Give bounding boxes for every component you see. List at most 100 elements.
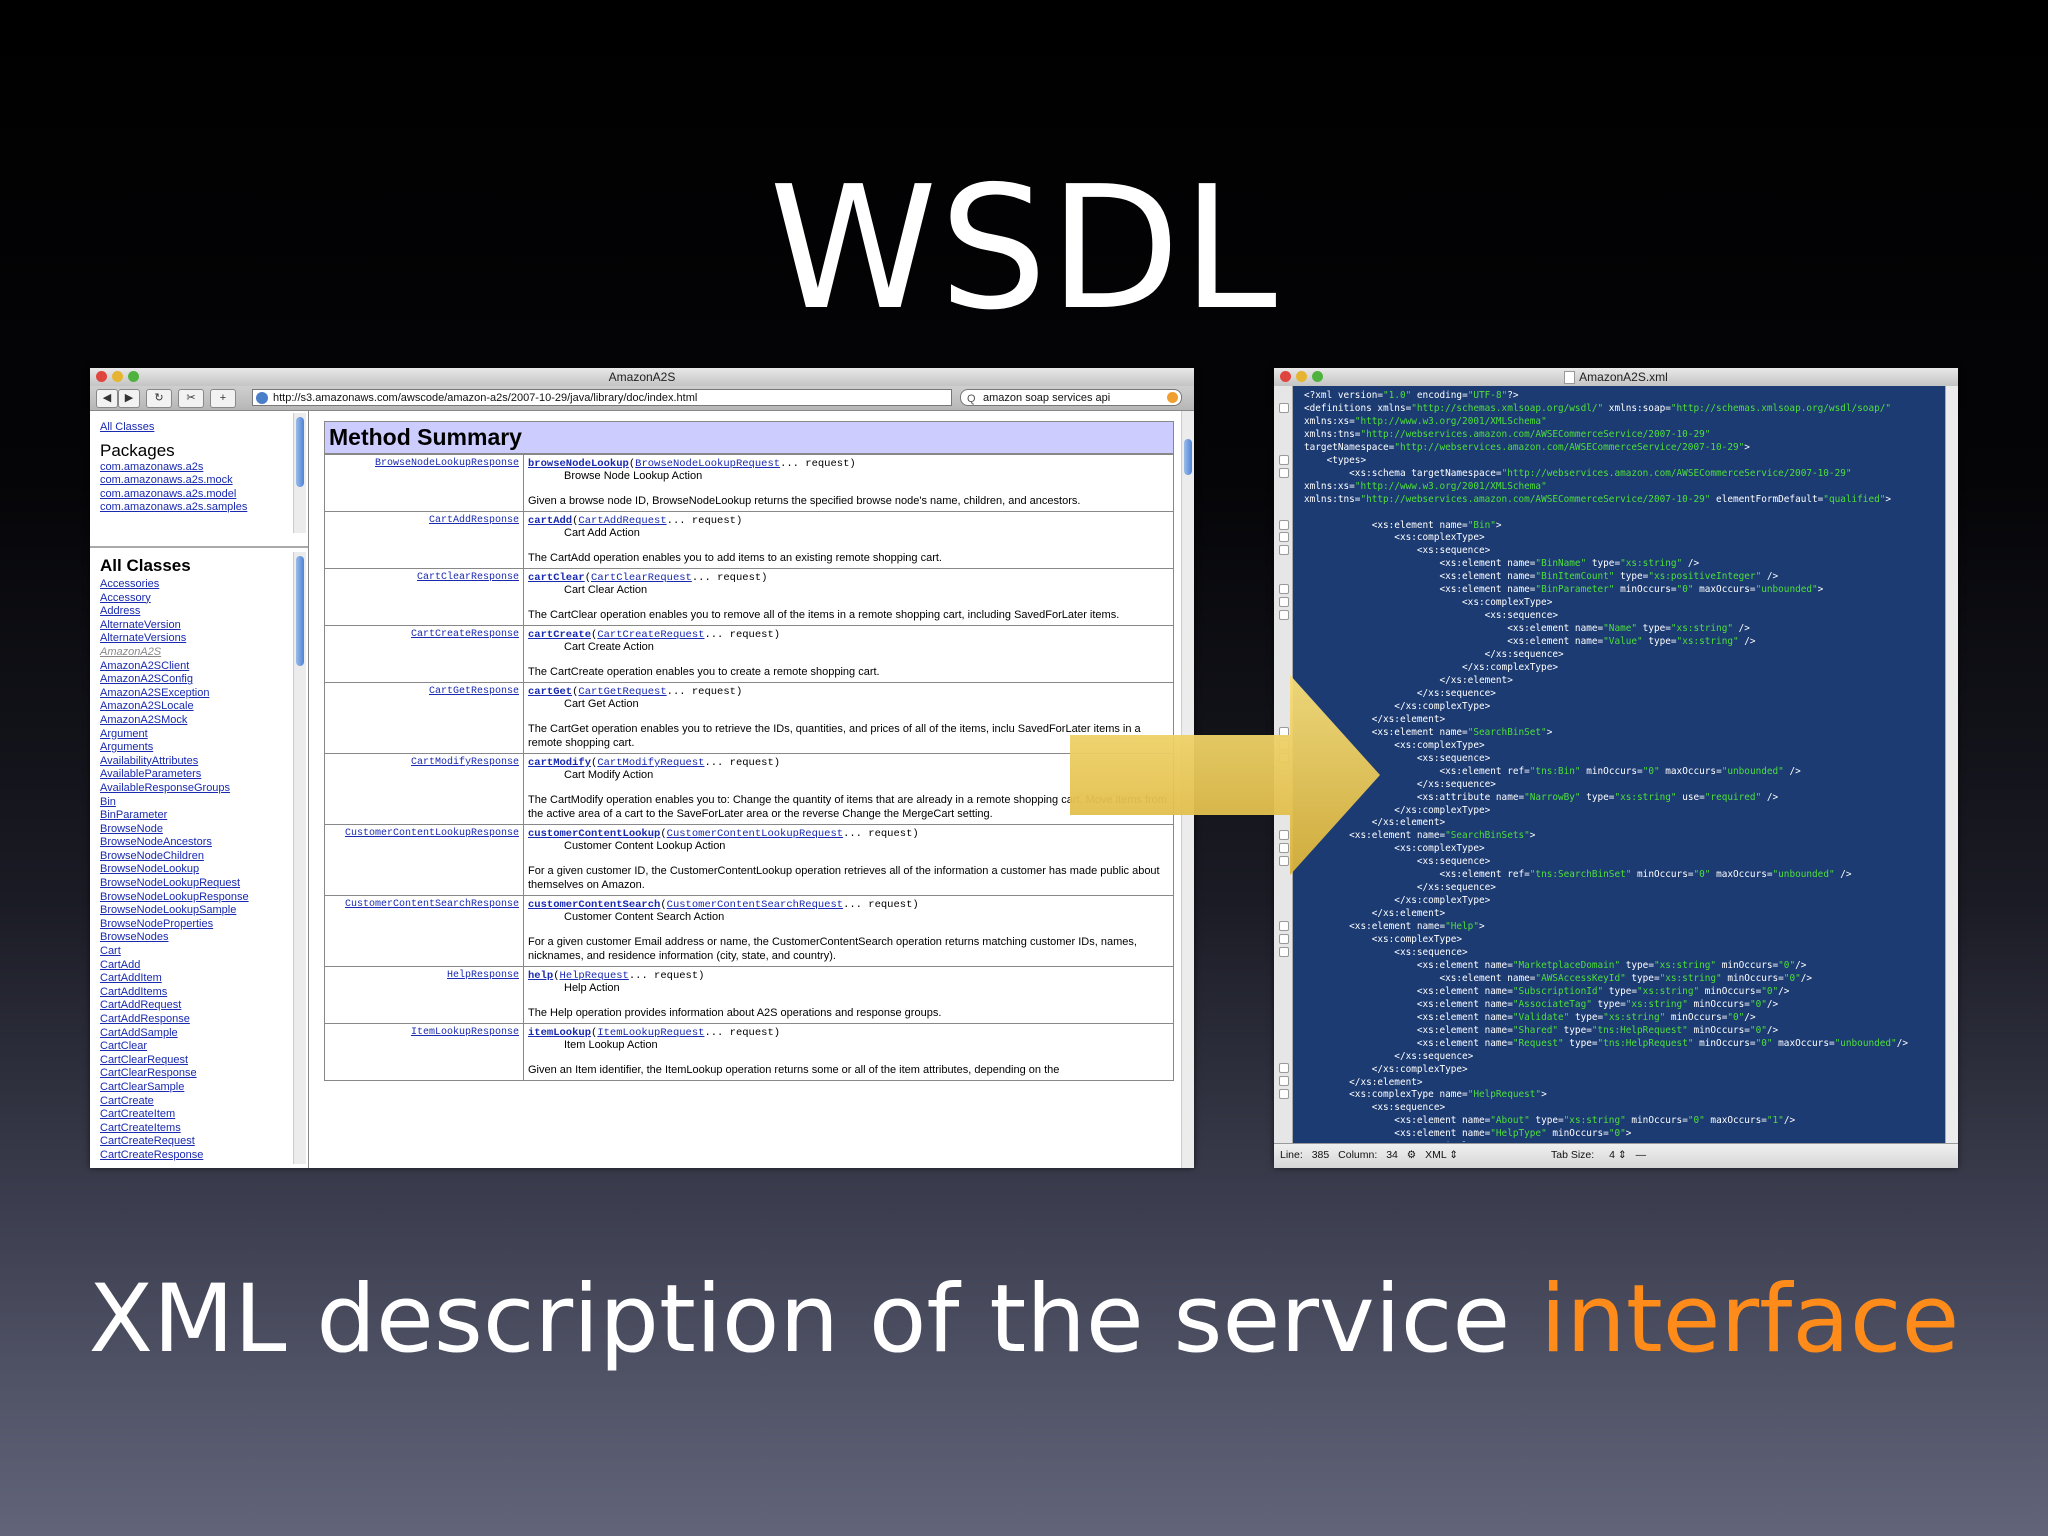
class-link[interactable]: BrowseNodeChildren <box>100 850 308 864</box>
class-link[interactable]: CartAdd <box>100 959 308 973</box>
class-link[interactable]: Argument <box>100 728 308 742</box>
package-link[interactable]: com.amazonaws.a2s.model <box>100 488 308 502</box>
param-type-link[interactable]: CartAddRequest <box>578 515 666 527</box>
method-name-link[interactable]: itemLookup <box>528 1027 591 1039</box>
class-link[interactable]: AlternateVersion <box>100 619 308 633</box>
syntax-mode-select[interactable]: ⚙ XML ⇕ <box>1407 1149 1458 1161</box>
minimize-window-button[interactable] <box>112 371 123 382</box>
class-link[interactable]: CartCreateRequest <box>100 1135 308 1149</box>
class-link[interactable]: AlternateVersions <box>100 632 308 646</box>
fold-toggle-icon[interactable] <box>1279 454 1289 465</box>
method-name-link[interactable]: cartModify <box>528 757 591 769</box>
close-window-button[interactable] <box>1280 371 1291 382</box>
class-link[interactable]: BrowseNodeProperties <box>100 918 308 932</box>
class-link[interactable]: Address <box>100 605 308 619</box>
class-link[interactable]: BrowseNode <box>100 823 308 837</box>
return-type-link[interactable]: ItemLookupResponse <box>324 1023 524 1081</box>
class-link[interactable]: CartAddItem <box>100 972 308 986</box>
fold-toggle-icon[interactable] <box>1279 545 1289 556</box>
class-link[interactable]: CartCreateItems <box>100 1122 308 1136</box>
fold-toggle-icon[interactable] <box>1279 519 1289 530</box>
back-icon[interactable]: ◀ <box>96 389 118 408</box>
fold-toggle-icon[interactable] <box>1279 933 1289 944</box>
class-link[interactable]: AmazonA2SLocale <box>100 700 308 714</box>
class-link[interactable]: Accessory <box>100 592 308 606</box>
class-link[interactable]: Arguments <box>100 741 308 755</box>
method-name-link[interactable]: cartAdd <box>528 515 572 527</box>
class-link[interactable]: Bin <box>100 796 308 810</box>
class-link[interactable]: CartAddRequest <box>100 999 308 1013</box>
class-link[interactable]: BrowseNodeLookupRequest <box>100 877 308 891</box>
return-type-link[interactable]: CartGetResponse <box>324 682 524 754</box>
close-window-button[interactable] <box>96 371 107 382</box>
class-link[interactable]: AvailabilityAttributes <box>100 755 308 769</box>
return-type-link[interactable]: CartModifyResponse <box>324 753 524 825</box>
class-link[interactable]: AmazonA2SException <box>100 687 308 701</box>
param-type-link[interactable]: CustomerContentSearchRequest <box>667 899 843 911</box>
class-link[interactable]: Accessories <box>100 578 308 592</box>
class-link[interactable]: CartCreateResponse <box>100 1149 308 1163</box>
snapback-icon[interactable]: ✂ <box>178 389 204 408</box>
class-link[interactable]: AvailableParameters <box>100 768 308 782</box>
package-link[interactable]: com.amazonaws.a2s.samples <box>100 501 308 515</box>
fold-toggle-icon[interactable] <box>1279 1063 1289 1074</box>
class-link[interactable]: CartClearRequest <box>100 1054 308 1068</box>
return-type-link[interactable]: HelpResponse <box>324 966 524 1024</box>
class-link[interactable]: BinParameter <box>100 809 308 823</box>
class-link[interactable]: BrowseNodes <box>100 931 308 945</box>
class-link[interactable]: AmazonA2SClient <box>100 660 308 674</box>
method-name-link[interactable]: cartClear <box>528 572 585 584</box>
fold-toggle-icon[interactable] <box>1279 532 1289 543</box>
class-link[interactable]: CartClear <box>100 1040 308 1054</box>
package-link[interactable]: com.amazonaws.a2s <box>100 461 308 475</box>
snapback-search-icon[interactable] <box>1167 392 1178 403</box>
fold-toggle-icon[interactable] <box>1279 467 1289 478</box>
zoom-window-button[interactable] <box>1312 371 1323 382</box>
method-name-link[interactable]: help <box>528 970 553 982</box>
class-link[interactable]: CartClearResponse <box>100 1067 308 1081</box>
class-link[interactable]: CartCreateItem <box>100 1108 308 1122</box>
class-link[interactable]: CartCreate <box>100 1095 308 1109</box>
class-link[interactable]: AmazonA2S <box>100 646 308 660</box>
class-link[interactable]: AmazonA2SMock <box>100 714 308 728</box>
param-type-link[interactable]: CustomerContentLookupRequest <box>667 828 843 840</box>
fold-toggle-icon[interactable] <box>1279 610 1289 621</box>
class-link[interactable]: AmazonA2SConfig <box>100 673 308 687</box>
method-name-link[interactable]: customerContentSearch <box>528 899 660 911</box>
method-name-link[interactable]: cartGet <box>528 686 572 698</box>
return-type-link[interactable]: CustomerContentSearchResponse <box>324 895 524 967</box>
fold-toggle-icon[interactable] <box>1279 920 1289 931</box>
method-name-link[interactable]: browseNodeLookup <box>528 458 629 470</box>
class-link[interactable]: BrowseNodeAncestors <box>100 836 308 850</box>
fold-toggle-icon[interactable] <box>1279 584 1289 595</box>
param-type-link[interactable]: CartCreateRequest <box>597 629 704 641</box>
code-view[interactable]: <?xml version="1.0" encoding="UTF-8"?> <d… <box>1304 390 1940 1142</box>
fold-toggle-icon[interactable] <box>1279 946 1289 957</box>
return-type-link[interactable]: CartClearResponse <box>324 568 524 626</box>
return-type-link[interactable]: CartCreateResponse <box>324 625 524 683</box>
class-link[interactable]: CartAddResponse <box>100 1013 308 1027</box>
return-type-link[interactable]: BrowseNodeLookupResponse <box>324 454 524 512</box>
minimize-window-button[interactable] <box>1296 371 1307 382</box>
class-link[interactable]: Cart <box>100 945 308 959</box>
param-type-link[interactable]: ItemLookupRequest <box>597 1027 704 1039</box>
return-type-link[interactable]: CustomerContentLookupResponse <box>324 824 524 896</box>
class-link[interactable]: BrowseNodeLookupResponse <box>100 891 308 905</box>
param-type-link[interactable]: HelpRequest <box>560 970 629 982</box>
fold-toggle-icon[interactable] <box>1279 1076 1289 1087</box>
fold-toggle-icon[interactable] <box>1279 1089 1289 1100</box>
method-name-link[interactable]: customerContentLookup <box>528 828 660 840</box>
reload-icon[interactable]: ↻ <box>146 389 172 408</box>
class-link[interactable]: CartClearSample <box>100 1081 308 1095</box>
fold-toggle-icon[interactable] <box>1279 597 1289 608</box>
zoom-window-button[interactable] <box>128 371 139 382</box>
package-link[interactable]: com.amazonaws.a2s.mock <box>100 474 308 488</box>
param-type-link[interactable]: BrowseNodeLookupRequest <box>635 458 780 470</box>
tab-size-select[interactable]: 4 ⇕ <box>1603 1149 1627 1161</box>
editor-scrollbar[interactable] <box>1945 386 1958 1144</box>
param-type-link[interactable]: CartClearRequest <box>591 572 692 584</box>
param-type-link[interactable]: CartModifyRequest <box>597 757 704 769</box>
search-field[interactable]: Q amazon soap services api <box>960 389 1182 406</box>
forward-icon[interactable]: ▶ <box>118 389 140 408</box>
return-type-link[interactable]: CartAddResponse <box>324 511 524 569</box>
